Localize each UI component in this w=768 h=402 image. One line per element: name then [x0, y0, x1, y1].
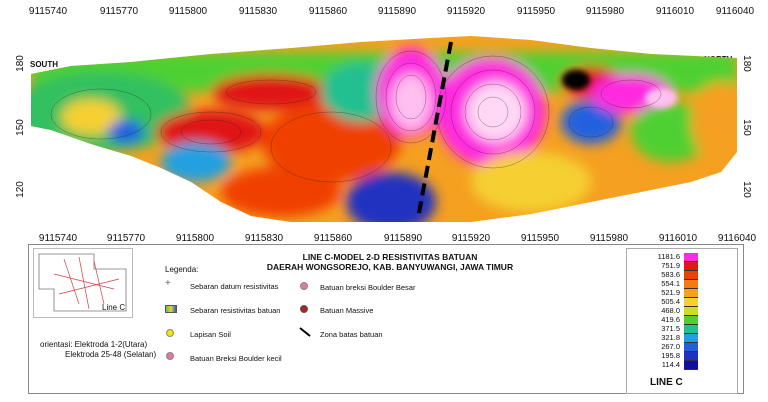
breksi-small-dot-icon — [166, 352, 174, 360]
x-tick-label: 9115860 — [308, 6, 348, 17]
colorbar-swatch — [684, 352, 698, 361]
y-tick-label: 150 — [740, 119, 752, 136]
colorbar-value-label: 468.0 — [661, 306, 680, 315]
colorbar-swatch — [684, 325, 698, 334]
colorbar-swatch — [684, 280, 698, 289]
legend-zona-label: Zona batas batuan — [320, 330, 383, 339]
y-tick-label: 120 — [14, 181, 26, 198]
breksi-large-dot-icon — [300, 282, 308, 290]
colorbar-swatch — [684, 307, 698, 316]
colorbar-swatch — [684, 289, 698, 298]
y-tick-label: 180 — [740, 55, 752, 72]
legend-sebaran-label: Sebaran resistivitas batuan — [190, 306, 281, 315]
colorbar-value-label: 419.6 — [661, 315, 680, 324]
crosshair-icon: + — [165, 278, 171, 289]
legend-massive-label: Batuan Massive — [320, 306, 374, 315]
x-tick-label: 9115740 — [28, 6, 68, 17]
colorbar-value-label: 505.4 — [661, 297, 680, 306]
x-tick-label: 9115830 — [238, 6, 278, 17]
y-tick-label: 150 — [14, 119, 26, 136]
colorbar-swatch — [684, 334, 698, 343]
orientation-line-2: Elektroda 25-48 (Selatan) — [65, 350, 157, 359]
location-map: Line C — [33, 248, 133, 318]
inset-line-label: Line C — [102, 303, 126, 312]
x-tick-label: 9115800 — [168, 6, 208, 17]
colorbar-value-label: 751.9 — [661, 261, 680, 270]
gradient-swatch-icon — [165, 305, 177, 313]
colorbar-value-label: 267.0 — [661, 342, 680, 351]
colorbar-value-label: 321.8 — [661, 333, 680, 342]
x-tick-label: 9116040 — [715, 6, 755, 17]
title-line-2: DAERAH WONGSOREJO, KAB. BANYUWANGI, JAWA… — [266, 262, 514, 272]
x-tick-label: 9115920 — [446, 6, 486, 17]
colorbar-value-label: 554.1 — [661, 279, 680, 288]
colorbar-swatch — [684, 271, 698, 280]
map-title: LINE C-MODEL 2-D RESISTIVITAS BATUAN DAE… — [240, 252, 540, 272]
x-tick-label: 9115770 — [99, 6, 139, 17]
x-tick-label: 9116010 — [655, 6, 695, 17]
colorbar-value-label: 521.9 — [661, 288, 680, 297]
colorbar-title: LINE C — [650, 377, 683, 388]
colorbar-swatch — [684, 253, 698, 262]
legend-breksi-kecil-label: Batuan Breksi Boulder kecil — [190, 354, 282, 363]
boundary-line-icon — [299, 327, 311, 337]
x-tick-label: 9115890 — [377, 6, 417, 17]
orientation-line-1: orientasi: Elektroda 1-2(Utara) — [40, 340, 148, 349]
colorbar-value-label: 195.8 — [661, 351, 680, 360]
colorbar-labels: 1181.6 751.9 583.6 554.1 521.9 505.4 468.0 419.… — [640, 252, 680, 372]
y-tick-label: 180 — [14, 55, 26, 72]
legend-datum-label: Sebaran datum resistivitas — [190, 282, 279, 291]
legend-breksi-besar-label: Batuan breksi Boulder Besar — [320, 283, 416, 292]
colorbar-swatch — [684, 316, 698, 325]
colorbar — [684, 253, 698, 370]
resistivity-section — [31, 36, 737, 222]
colorbar-swatch — [684, 343, 698, 352]
colorbar-swatch — [684, 262, 698, 271]
soil-dot-icon — [166, 329, 174, 337]
legend-soil-label: Lapisan Soil — [190, 330, 231, 339]
title-line-1: LINE C-MODEL 2-D RESISTIVITAS BATUAN — [302, 252, 478, 262]
colorbar-swatch — [684, 361, 698, 370]
colorbar-swatch — [684, 298, 698, 307]
x-tick-label: 9115980 — [585, 6, 625, 17]
y-tick-label: 120 — [740, 181, 752, 198]
colorbar-value-label: 1181.6 — [657, 252, 680, 261]
colorbar-value-label: 583.6 — [661, 270, 680, 279]
massive-dot-icon — [300, 305, 308, 313]
colorbar-value-label: 114.4 — [661, 360, 680, 369]
colorbar-value-label: 371.5 — [661, 324, 680, 333]
legend-title: Legenda: — [165, 265, 199, 274]
orientation-note: orientasi: Elektroda 1-2(Utara) Elektrod… — [40, 340, 165, 360]
x-tick-label: 9115950 — [516, 6, 556, 17]
